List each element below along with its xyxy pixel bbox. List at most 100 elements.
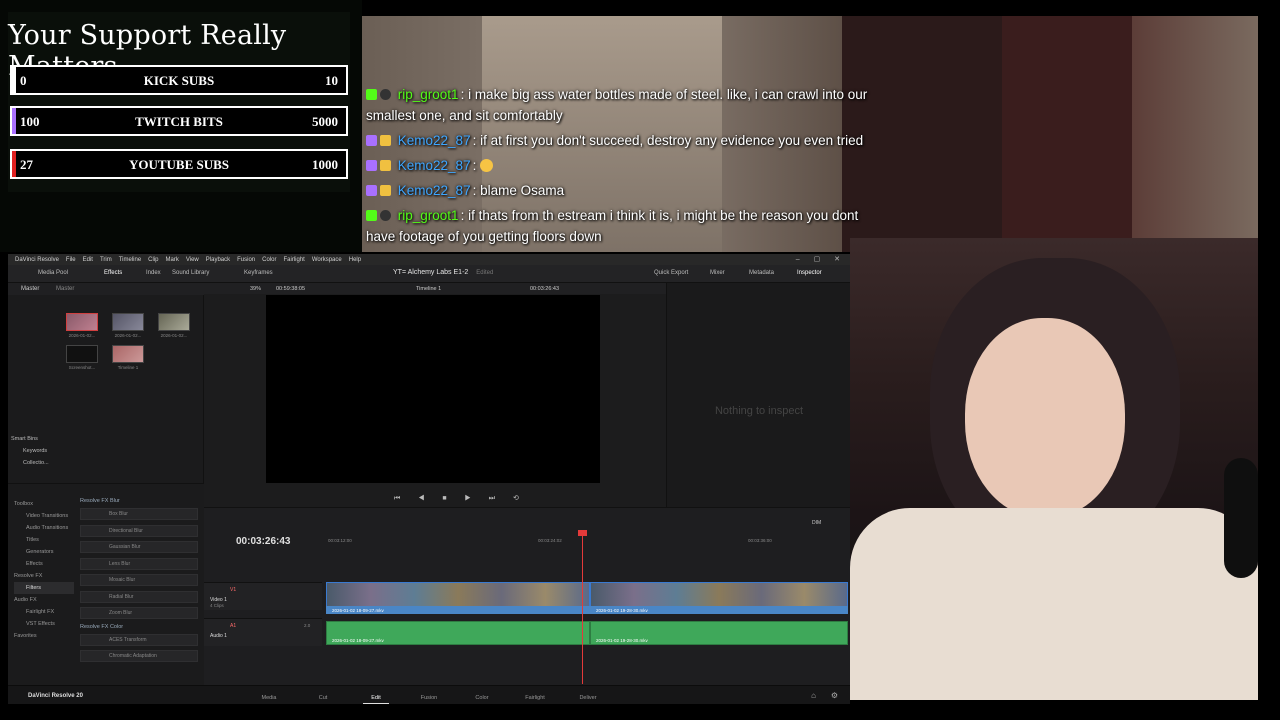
fx-audio-transitions[interactable]: Audio Transitions (14, 522, 74, 534)
viewer-screen[interactable] (266, 295, 600, 483)
clip-thumbnail[interactable] (158, 313, 190, 331)
goal-twitch-bits: 100 TWITCH BITS 5000 (10, 106, 348, 136)
clip-name: 2026-01-02... (68, 333, 96, 338)
project-name: YT= Alchemy Labs E1-2 (393, 269, 469, 276)
keyframes-button[interactable]: Keyframes (244, 270, 273, 276)
index-button[interactable]: Index (146, 270, 161, 276)
menu-help[interactable]: Help (349, 257, 361, 263)
goal-name: YOUTUBE SUBS (128, 157, 230, 172)
fx-video-transitions[interactable]: Video Transitions (14, 510, 74, 522)
fx-directional-blur[interactable]: Directional Blur (80, 524, 198, 537)
menu-timeline[interactable]: Timeline (119, 257, 141, 263)
menu-clip[interactable]: Clip (148, 257, 158, 263)
home-icon[interactable]: ⌂ (811, 691, 816, 700)
menu-color[interactable]: Color (262, 257, 276, 263)
goal-name: TWITCH BITS (135, 114, 223, 129)
quick-export-button[interactable]: Quick Export (654, 270, 688, 276)
interface-toolbar: Media Pool Effects Index Sound Library K… (8, 265, 850, 283)
viewer-zoom[interactable]: 39% (250, 286, 261, 292)
viewer-timeline-name[interactable]: Timeline 1 (416, 286, 441, 292)
tab-master[interactable]: Master (21, 286, 39, 292)
chat-message: Kemo22_87: if at first you don't succeed… (366, 130, 886, 151)
menu-view[interactable]: View (186, 257, 199, 263)
page-edit[interactable]: Edit (361, 695, 391, 704)
volume-dim-button[interactable]: DIM (812, 520, 821, 526)
resolve-brand: DaVinci Resolve 20 (28, 693, 83, 699)
fx-favorites[interactable]: Favorites (14, 630, 74, 642)
menu-workspace[interactable]: Workspace (312, 257, 342, 263)
page-fusion[interactable]: Fusion (414, 695, 444, 701)
fx-aces-transform[interactable]: ACES Transform (80, 633, 198, 646)
tab-master-bin[interactable]: Master (56, 286, 74, 292)
timeline-timecode: 00:03:26:43 (236, 536, 291, 547)
media-pool-button[interactable]: Media Pool (38, 270, 68, 276)
sound-library-button[interactable]: Sound Library (172, 270, 209, 276)
video-track-header: V1 Video 1 4 Clips (204, 582, 322, 610)
kick-badge-icon (366, 89, 377, 100)
menu-trim[interactable]: Trim (100, 257, 112, 263)
page-cut[interactable]: Cut (308, 695, 338, 701)
smart-bin-keywords[interactable]: Keywords (11, 445, 49, 457)
fx-resolve-fx[interactable]: Resolve FX (14, 570, 74, 582)
menu-fairlight[interactable]: Fairlight (283, 257, 304, 263)
fx-zoom-blur[interactable]: Zoom Blur (80, 607, 198, 619)
fx-gaussian-blur[interactable]: Gaussian Blur (80, 541, 198, 553)
chat-overlay: rip_groot1: i make big ass water bottles… (366, 84, 886, 251)
fx-fairlight-fx[interactable]: Fairlight FX (14, 606, 74, 618)
microphone-image (1224, 458, 1258, 578)
fx-vst-effects[interactable]: VST Effects (14, 618, 74, 630)
media-pool-panel: Master Master 2026-01-02... 2026-01-02..… (8, 283, 204, 483)
fx-effects[interactable]: Effects (14, 558, 74, 570)
metadata-button[interactable]: Metadata (749, 270, 774, 276)
chat-text: : blame Osama (472, 183, 565, 198)
playhead[interactable] (582, 534, 583, 684)
menu-edit[interactable]: Edit (83, 257, 93, 263)
menu-playback[interactable]: Playback (206, 257, 230, 263)
track-id-v1[interactable]: V1 (230, 587, 236, 593)
menu-bar: DaVinci Resolve File Edit Trim Timeline … (8, 254, 850, 265)
effects-button[interactable]: Effects (104, 270, 122, 276)
page-deliver[interactable]: Deliver (573, 695, 603, 701)
window-controls[interactable]: – ▢ ✕ (796, 255, 846, 263)
inspector-button[interactable]: Inspector (797, 270, 822, 276)
chat-username: rip_groot1 (397, 208, 459, 223)
goal-name: KICK SUBS (143, 73, 215, 88)
smart-bins: Smart Bins Keywords Collectio... (11, 433, 49, 469)
fx-mosaic-blur[interactable]: Mosaic Blur (80, 574, 198, 586)
menu-fusion[interactable]: Fusion (237, 257, 255, 263)
streamer-face (965, 318, 1125, 518)
fx-toolbox[interactable]: Toolbox (14, 498, 74, 510)
clip-label: 2026-01-02 19-28-30.mkv (596, 638, 648, 643)
audio-track-header: A1 Audio 1 2.0 (204, 618, 322, 646)
fx-box-blur[interactable]: Box Blur (80, 508, 198, 520)
track-id-a1[interactable]: A1 (230, 623, 236, 629)
gift-badge-icon (380, 135, 391, 146)
transport-controls[interactable]: ⏮ ◀ ■ ▶ ⏭ ⟲ (394, 494, 527, 503)
fx-chromatic-adaptation[interactable]: Chromatic Adaptation (80, 650, 198, 662)
gear-icon[interactable]: ⚙ (831, 691, 838, 700)
page-color[interactable]: Color (467, 695, 497, 701)
page-fairlight[interactable]: Fairlight (520, 695, 550, 701)
clip-label: 2026-01-02 19-28-30.mkv (596, 608, 648, 613)
davinci-resolve-window: DaVinci Resolve File Edit Trim Timeline … (8, 254, 850, 704)
viewer-duration: 00:59:38:05 (276, 286, 306, 292)
goal-high: 5000 (312, 114, 338, 129)
clip-thumbnail[interactable] (112, 313, 144, 331)
fx-radial-blur[interactable]: Radial Blur (80, 590, 198, 603)
clip-thumbnail[interactable] (66, 313, 98, 331)
menu-file[interactable]: File (66, 257, 76, 263)
fx-audio-fx[interactable]: Audio FX (14, 594, 74, 606)
fx-generators[interactable]: Generators (14, 546, 74, 558)
page-media[interactable]: Media (254, 695, 284, 701)
clip-thumbnail[interactable] (66, 345, 98, 363)
menu-app[interactable]: DaVinci Resolve (15, 257, 59, 263)
mixer-button[interactable]: Mixer (710, 270, 725, 276)
fx-lens-blur[interactable]: Lens Blur (80, 557, 198, 570)
smart-bin-collections[interactable]: Collectio... (11, 457, 49, 469)
fx-titles[interactable]: Titles (14, 534, 74, 546)
menu-mark[interactable]: Mark (166, 257, 179, 263)
goal-high: 1000 (312, 157, 338, 172)
timeline-thumbnail[interactable] (112, 345, 144, 363)
goal-kick-subs: 0 KICK SUBS 10 (10, 65, 348, 95)
fx-filters[interactable]: Filters (14, 582, 74, 594)
